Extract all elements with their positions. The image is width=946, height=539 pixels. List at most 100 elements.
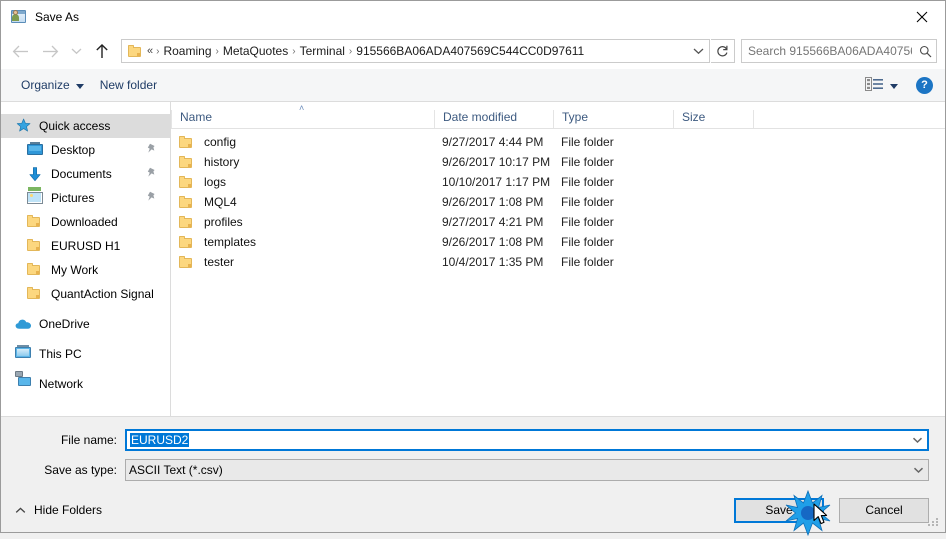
- sidebar-item-eurusd-h1[interactable]: EURUSD H1: [1, 234, 170, 258]
- this-pc-icon: [15, 345, 32, 362]
- pin-icon[interactable]: [147, 143, 156, 157]
- file-name-cell: logs: [171, 175, 434, 189]
- search-input[interactable]: [742, 43, 914, 59]
- sidebar-item-quantaction-signal[interactable]: QuantAction Signal: [1, 282, 170, 306]
- back-button[interactable]: [5, 38, 35, 64]
- search-icon[interactable]: [914, 45, 936, 58]
- recent-locations-button[interactable]: [65, 38, 87, 64]
- file-name-label: tester: [204, 255, 235, 269]
- sidebar-item-quick-access[interactable]: Quick access: [1, 114, 170, 138]
- sidebar-item-documents[interactable]: Documents: [1, 162, 170, 186]
- folder-icon: [179, 135, 195, 149]
- breadcrumb-item-terminal-id[interactable]: 915566BA06ADA407569C544CC0D97611: [353, 44, 587, 58]
- sidebar-item-label: EURUSD H1: [51, 239, 121, 253]
- folder-icon: [179, 255, 195, 269]
- breadcrumb: « › Roaming › MetaQuotes › Terminal › 91…: [122, 40, 687, 62]
- up-button[interactable]: [87, 38, 117, 64]
- file-name-label: logs: [204, 175, 227, 189]
- file-type-cell: File folder: [561, 195, 614, 209]
- breadcrumb-overflow[interactable]: «: [147, 45, 155, 57]
- desktop-icon: [27, 142, 44, 158]
- folder-icon: [179, 155, 195, 169]
- table-row[interactable]: logs 10/10/2017 1:17 PM File folder: [171, 172, 945, 192]
- file-date-cell: 9/27/2017 4:21 PM: [442, 215, 544, 229]
- hide-folders-label: Hide Folders: [34, 503, 103, 517]
- forward-button[interactable]: [35, 38, 65, 64]
- pin-icon[interactable]: [147, 191, 156, 205]
- column-header-type[interactable]: Type: [553, 110, 673, 128]
- table-row[interactable]: tester 10/4/2017 1:35 PM File folder: [171, 252, 945, 272]
- folder-icon: [179, 215, 195, 229]
- filename-dropdown-button[interactable]: [908, 431, 927, 449]
- breadcrumb-item-roaming[interactable]: Roaming: [160, 44, 214, 58]
- sidebar-item-pictures[interactable]: Pictures: [1, 186, 170, 210]
- filename-row: File name: EURUSD2: [1, 428, 945, 452]
- file-date-cell: 10/4/2017 1:35 PM: [442, 255, 544, 269]
- filetype-combobox[interactable]: ASCII Text (*.csv): [125, 459, 929, 481]
- address-dropdown-button[interactable]: [687, 40, 709, 62]
- cancel-button[interactable]: Cancel: [839, 497, 929, 523]
- hide-folders-button[interactable]: Hide Folders: [11, 503, 102, 517]
- file-type-cell: File folder: [561, 215, 614, 229]
- filetype-row: Save as type: ASCII Text (*.csv): [1, 458, 945, 482]
- file-list-header: ˄ Name Date modified Type Size: [171, 102, 945, 129]
- table-row[interactable]: profiles 9/27/2017 4:21 PM File folder: [171, 212, 945, 232]
- table-row[interactable]: history 9/26/2017 10:17 PM File folder: [171, 152, 945, 172]
- address-bar[interactable]: « › Roaming › MetaQuotes › Terminal › 91…: [121, 39, 710, 63]
- table-row[interactable]: templates 9/26/2017 1:08 PM File folder: [171, 232, 945, 252]
- sidebar-item-downloaded[interactable]: Downloaded: [1, 210, 170, 234]
- filetype-dropdown-button[interactable]: [909, 460, 928, 480]
- dialog-footer: Hide Folders Save Cancel: [1, 488, 945, 532]
- sidebar-item-label: Desktop: [51, 143, 96, 157]
- sidebar-item-label: My Work: [51, 263, 99, 277]
- dialog-body: Quick access Desktop Documents Pictures …: [1, 102, 945, 416]
- filename-selected-text: EURUSD2: [130, 433, 190, 447]
- file-name-label: templates: [204, 235, 257, 249]
- sidebar-item-this-pc[interactable]: This PC: [1, 342, 170, 366]
- breadcrumb-item-metaquotes[interactable]: MetaQuotes: [220, 44, 291, 58]
- column-header-size[interactable]: Size: [673, 110, 753, 128]
- sidebar-item-my-work[interactable]: My Work: [1, 258, 170, 282]
- sidebar-item-network[interactable]: Network: [1, 371, 170, 396]
- refresh-button[interactable]: [711, 39, 735, 63]
- file-name-label: config: [204, 135, 237, 149]
- file-name-cell: templates: [171, 235, 434, 249]
- folder-icon: [128, 44, 144, 58]
- file-name-label: profiles: [204, 215, 243, 229]
- table-row[interactable]: MQL4 9/26/2017 1:08 PM File folder: [171, 192, 945, 212]
- file-name-cell: history: [171, 155, 434, 169]
- sidebar-item-desktop[interactable]: Desktop: [1, 138, 170, 162]
- help-button[interactable]: ?: [916, 76, 933, 94]
- back-arrow-icon: [12, 45, 28, 57]
- file-name-label: MQL4: [204, 195, 237, 209]
- column-header-date-modified[interactable]: Date modified: [434, 110, 553, 128]
- title-bar: Save As: [1, 1, 945, 33]
- file-name-cell: MQL4: [171, 195, 434, 209]
- sidebar-item-onedrive[interactable]: OneDrive: [1, 312, 170, 336]
- close-button[interactable]: [899, 1, 945, 33]
- file-date-cell: 9/26/2017 1:08 PM: [442, 235, 544, 249]
- view-mode-button[interactable]: [861, 73, 902, 97]
- save-button[interactable]: Save: [734, 497, 824, 523]
- view-mode-icon: [865, 76, 884, 94]
- file-list-pane: ˄ Name Date modified Type Size config 9/…: [171, 102, 945, 416]
- filename-input[interactable]: EURUSD2: [127, 433, 908, 447]
- breadcrumb-item-terminal[interactable]: Terminal: [297, 44, 348, 58]
- file-name-label: history: [204, 155, 240, 169]
- search-box[interactable]: [741, 39, 937, 63]
- new-folder-button[interactable]: New folder: [92, 73, 165, 97]
- organize-label: Organize: [21, 78, 70, 92]
- organize-button[interactable]: Organize: [13, 73, 92, 97]
- filetype-value[interactable]: ASCII Text (*.csv): [126, 463, 909, 477]
- file-type-cell: File folder: [561, 255, 614, 269]
- file-date-cell: 9/26/2017 10:17 PM: [442, 155, 551, 169]
- file-date-cell: 9/27/2017 4:44 PM: [442, 135, 544, 149]
- sidebar-item-label: QuantAction Signal: [51, 287, 154, 301]
- file-name-cell: config: [171, 135, 434, 149]
- resize-grip-icon[interactable]: [928, 516, 940, 528]
- pin-icon[interactable]: [147, 167, 156, 181]
- table-row[interactable]: config 9/27/2017 4:44 PM File folder: [171, 132, 945, 152]
- refresh-icon: [717, 45, 728, 56]
- save-form: File name: EURUSD2 Save as type: ASCII T…: [1, 416, 945, 488]
- filename-combobox[interactable]: EURUSD2: [125, 429, 929, 451]
